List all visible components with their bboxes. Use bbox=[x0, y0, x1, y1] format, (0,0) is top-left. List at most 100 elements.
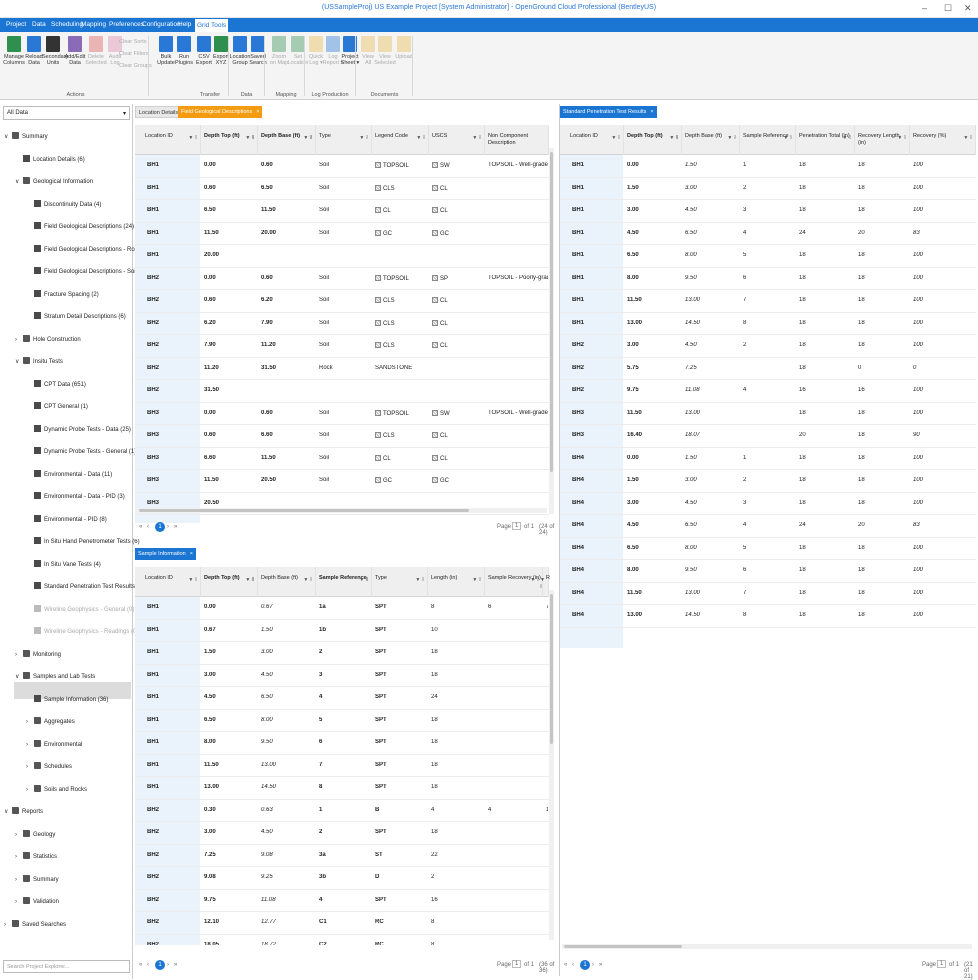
tree-node[interactable]: Standard Penetration Test Results (21) bbox=[26, 580, 147, 594]
tree-node[interactable]: Environmental - Data - PID (3) bbox=[26, 490, 125, 504]
table-row[interactable]: BH1 0.00 0.60 Soil TOPSOIL SW TOPSOIL - Well-g… bbox=[135, 155, 549, 178]
next-page-icon[interactable]: › bbox=[167, 962, 169, 968]
table-row[interactable]: BH1 20.00 bbox=[135, 245, 549, 268]
filter-icon[interactable]: ▼ ⦙⦙ bbox=[359, 135, 368, 142]
table-row[interactable]: BH1 4.50 6.50 4 24 20 83 bbox=[560, 223, 976, 245]
tab-location-details[interactable]: Location Details bbox=[135, 106, 183, 118]
column-header-depth-top-ft[interactable]: Depth Top (ft) ▼ ⦙⦙ bbox=[201, 125, 258, 155]
tree-node[interactable]: › Statistics bbox=[15, 850, 57, 864]
tree-node[interactable]: In Situ Vane Tests (4) bbox=[26, 558, 101, 572]
filter-icon[interactable]: ▼ ⦙⦙ bbox=[472, 135, 481, 142]
column-header-sample-reference[interactable]: Sample Reference ▼ ⦙⦙ bbox=[740, 125, 796, 155]
chevron-right-icon[interactable]: › bbox=[15, 850, 23, 864]
table-row[interactable]: BH2 12.10 12.77 C1 RC 8 bbox=[135, 912, 549, 935]
table-row[interactable]: BH3 11.50 13.00 18 18 100 bbox=[560, 403, 976, 425]
tree-node[interactable]: › Aggregates bbox=[26, 715, 75, 729]
prev-page-icon[interactable]: ‹ bbox=[147, 524, 149, 530]
table-row[interactable]: BH1 6.50 11.50 Soil CL CL bbox=[135, 200, 549, 223]
chevron-down-icon[interactable]: ∨ bbox=[4, 805, 12, 819]
tree-node[interactable]: Discontinuity Data (4) bbox=[26, 198, 101, 212]
tree-node[interactable]: Dynamic Probe Tests - General (1) bbox=[26, 445, 136, 459]
chevron-down-icon[interactable]: ∨ bbox=[15, 355, 23, 369]
close-icon[interactable]: ✕ bbox=[964, 3, 972, 14]
filter-icon[interactable]: ▼ ⦙⦙ bbox=[416, 135, 425, 142]
chevron-right-icon[interactable]: › bbox=[26, 738, 34, 752]
table-row[interactable]: BH1 13.00 14.50 8 SPT 18 bbox=[135, 777, 549, 800]
table-row[interactable]: BH2 9.75 11.08 4 SPT 16 bbox=[135, 890, 549, 912]
tree-node[interactable]: Location Details (6) bbox=[15, 153, 85, 167]
table-row[interactable]: BH4 3.00 4.50 3 18 18 100 bbox=[560, 493, 976, 515]
table-row[interactable]: BH4 0.00 1.50 1 18 18 100 bbox=[560, 448, 976, 470]
last-page-icon[interactable]: » bbox=[599, 962, 602, 968]
tree-node[interactable]: ∨ Summary bbox=[4, 130, 48, 144]
table-row[interactable]: BH2 18.05 18.72 C2 RC 8 bbox=[135, 935, 549, 946]
column-header-uscs[interactable]: USCS ▼ ⦙⦙ bbox=[429, 125, 485, 155]
table-row[interactable]: BH1 11.50 13.00 7 18 18 100 bbox=[560, 290, 976, 313]
table-row[interactable]: BH2 0.30 0.63 1 B 4 4 1 bbox=[135, 800, 549, 822]
table-row[interactable]: BH2 31.50 bbox=[135, 380, 549, 403]
chevron-right-icon[interactable]: › bbox=[26, 783, 34, 797]
tree-node[interactable]: ∨ Insitu Tests bbox=[15, 355, 63, 369]
column-header-type[interactable]: Type ▼ ⦙⦙ bbox=[316, 125, 372, 155]
filter-icon[interactable]: ▼ ⦙⦙ bbox=[303, 577, 312, 584]
chevron-right-icon[interactable]: › bbox=[15, 895, 23, 909]
page-number-button[interactable]: 1 bbox=[580, 960, 590, 970]
chevron-down-icon[interactable]: ∨ bbox=[15, 670, 23, 684]
first-page-icon[interactable]: « bbox=[139, 524, 142, 530]
column-header-depth-top-ft[interactable]: Depth Top (ft) ▼ ⦙⦙ bbox=[201, 567, 258, 597]
tree-node[interactable]: Field Geological Descriptions - Soil (19… bbox=[26, 265, 149, 279]
table-row[interactable]: BH4 11.50 13.00 7 18 18 100 bbox=[560, 583, 976, 605]
table-row[interactable]: BH1 1.50 3.00 2 18 18 100 bbox=[560, 178, 976, 200]
column-header-recovery-length-in[interactable]: Recovery Length (in) ▼ ⦙⦙ bbox=[855, 125, 910, 155]
column-header-location-id[interactable]: Location ID ▼ ⦙⦙ bbox=[135, 567, 201, 597]
tree-node[interactable]: Wireline Geophysics - Readings (0) bbox=[26, 625, 138, 639]
table-row[interactable]: BH1 3.00 4.50 3 SPT 18 bbox=[135, 665, 549, 687]
page-input[interactable]: 1 bbox=[937, 960, 947, 968]
ribbon-btn-manage-columns[interactable]: Manage Columns bbox=[3, 36, 25, 66]
filter-icon[interactable]: ▼ ⦙⦙ bbox=[303, 135, 312, 142]
table-row[interactable]: BH2 9.75 11.08 4 16 16 100 bbox=[560, 380, 976, 403]
last-page-icon[interactable]: » bbox=[174, 524, 177, 530]
column-header-depth-top-ft[interactable]: Depth Top (ft) ▼ ⦙⦙ bbox=[624, 125, 682, 155]
tree-node[interactable]: Environmental - PID (8) bbox=[26, 513, 107, 527]
table-row[interactable]: BH1 4.50 6.50 4 SPT 24 bbox=[135, 687, 549, 710]
filter-icon[interactable]: ▼ ⦙⦙ bbox=[530, 577, 539, 584]
tree-node[interactable]: › Saved Searches bbox=[4, 918, 66, 932]
tree-node[interactable]: › Monitoring bbox=[15, 648, 61, 662]
table-row[interactable]: BH3 11.50 20.50 Soil GC GC bbox=[135, 470, 549, 493]
tree-node[interactable]: Field Geological Descriptions - Rock (2) bbox=[26, 243, 150, 257]
table-row[interactable]: BH1 0.00 1.50 1 18 18 100 bbox=[560, 155, 976, 178]
menu-help[interactable]: Help bbox=[176, 20, 193, 29]
table-row[interactable]: BH2 7.90 11.20 Soil CLS CL bbox=[135, 335, 549, 358]
next-page-icon[interactable]: › bbox=[592, 962, 594, 968]
column-header-length-in[interactable]: Length (in) ▼ ⦙⦙ bbox=[428, 567, 485, 597]
tree-node[interactable]: ∨ Samples and Lab Tests bbox=[15, 670, 95, 684]
table-row[interactable]: BH4 6.50 8.00 5 18 18 100 bbox=[560, 538, 976, 560]
chevron-right-icon[interactable]: › bbox=[15, 333, 23, 347]
column-header-depth-base-ft[interactable]: Depth Base (ft) ▼ ⦙⦙ bbox=[258, 125, 316, 155]
chevron-right-icon[interactable]: › bbox=[15, 828, 23, 842]
first-page-icon[interactable]: « bbox=[139, 962, 142, 968]
filter-icon[interactable]: ▼ ⦙⦙ bbox=[611, 135, 620, 142]
tree-node[interactable]: ∨ Geological Information bbox=[15, 175, 93, 189]
ribbon-btn-secondary-units[interactable]: Secondary Units bbox=[42, 36, 68, 66]
menu-project[interactable]: Project bbox=[4, 20, 28, 29]
page-input[interactable]: 1 bbox=[512, 522, 522, 530]
table-row[interactable]: BH1 0.00 0.67 1a SPT 8 6 7 bbox=[135, 597, 549, 620]
spt-hscroll[interactable] bbox=[562, 944, 972, 949]
column-header-depth-base-ft[interactable]: Depth Base (ft) ▼ ⦙⦙ bbox=[682, 125, 740, 155]
last-page-icon[interactable]: » bbox=[174, 962, 177, 968]
table-row[interactable]: BH3 6.60 11.50 Soil CL CL bbox=[135, 448, 549, 470]
maximize-icon[interactable]: ☐ bbox=[944, 3, 952, 14]
tree-node[interactable]: Sample Information (36) bbox=[26, 693, 108, 707]
table-row[interactable]: BH1 8.00 9.50 6 18 18 100 bbox=[560, 268, 976, 290]
tree-node[interactable]: Dynamic Probe Tests - Data (25) bbox=[26, 423, 131, 437]
tree-node[interactable]: Stratum Detail Descriptions (6) bbox=[26, 310, 126, 324]
tree-node[interactable]: › Environmental bbox=[26, 738, 82, 752]
ribbon-btn-add-edit-data[interactable]: Add/Edit Data bbox=[64, 36, 86, 66]
column-header-sample-reference[interactable]: Sample Reference ▼ ⦙⦙ bbox=[316, 567, 372, 597]
tree-node[interactable]: CPT Data (651) bbox=[26, 378, 86, 392]
filter-icon[interactable]: ▼ ⦙⦙ bbox=[188, 577, 197, 584]
filter-icon[interactable]: ▼ ⦙⦙ bbox=[783, 135, 792, 142]
chevron-right-icon[interactable]: › bbox=[4, 918, 12, 932]
